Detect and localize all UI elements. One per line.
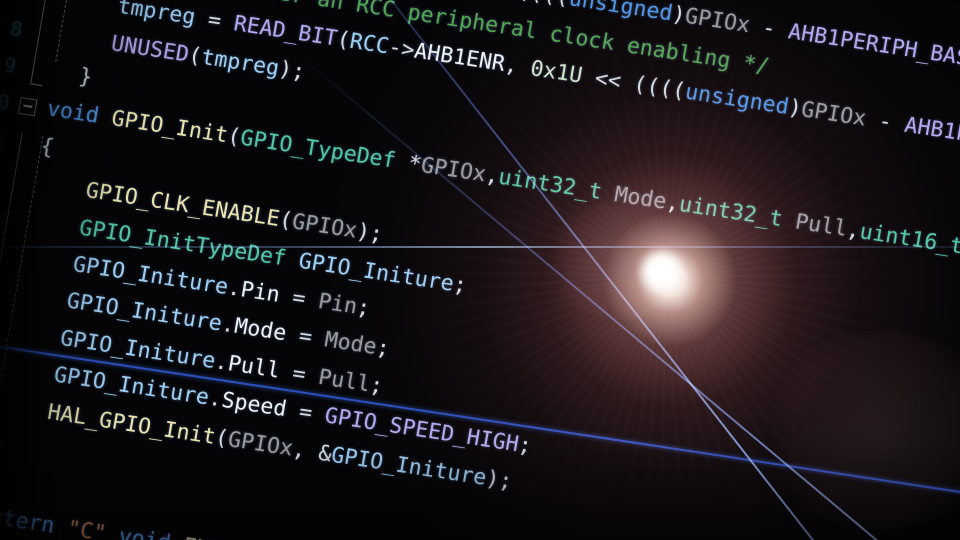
- code-token-kw: extern: [0, 502, 57, 539]
- code-token-plain: );: [276, 56, 308, 85]
- code-token-str: "C": [65, 515, 109, 540]
- code-token-plain: ;: [367, 372, 386, 400]
- code-token-dim: GPIOx: [419, 153, 488, 188]
- code-token-plain: =: [284, 397, 328, 429]
- code-token-dim: Pin: [316, 289, 360, 320]
- code-token-plain: );: [484, 465, 515, 495]
- code-token-dim: Pull: [316, 364, 373, 398]
- code-token-plain: }: [0, 428, 5, 456]
- code-token-plain: =: [277, 283, 321, 314]
- code-token-plain: =: [277, 358, 321, 390]
- code-plane: uint32_t tmpreg = 0x00U;5 SET_BIT(RCC->A…: [0, 0, 960, 540]
- code-token-plain: ;: [374, 335, 392, 363]
- code-token-var: RCC: [347, 29, 391, 60]
- code-token-dim: GPIOx: [683, 4, 752, 39]
- code-token-macro: AHB1P: [902, 112, 960, 148]
- code-text[interactable]: }: [0, 423, 6, 462]
- code-token-dim: GPIOx: [290, 209, 359, 244]
- code-token-dim: GPIOx: [799, 97, 869, 132]
- code-text[interactable]: }: [50, 54, 95, 97]
- code-token-dim: Pull: [780, 207, 849, 243]
- fold-toggle-icon[interactable]: [17, 97, 38, 117]
- code-token-kw: void: [116, 523, 173, 540]
- code-token-num: 0x1U: [528, 56, 585, 89]
- code-token-plain: , &: [290, 436, 334, 467]
- code-token-dim: Mode: [599, 180, 669, 215]
- code-token-plain: =: [284, 321, 327, 353]
- lens-flare-core: [636, 246, 686, 296]
- code-token-plain: ;: [516, 432, 534, 460]
- code-token-plain: ;: [451, 271, 469, 299]
- code-token-white: Speed: [219, 387, 289, 423]
- code-token-macro: UNUSED: [109, 30, 191, 68]
- code-token-plain: }: [51, 59, 95, 91]
- screenshot-stage: uint32_t tmpreg = 0x00U;5 SET_BIT(RCC->A…: [0, 0, 960, 540]
- code-token-plain: );: [354, 219, 385, 248]
- code-token-kw: void: [44, 96, 101, 130]
- code-editor[interactable]: uint32_t tmpreg = 0x00U;5 SET_BIT(RCC->A…: [0, 0, 960, 540]
- code-token-plain: -: [747, 13, 791, 45]
- code-token-dim: GPIOx: [226, 426, 295, 462]
- code-token-plain: -: [863, 107, 907, 138]
- code-token-plain: ;: [354, 294, 373, 322]
- code-token-white: Pull: [226, 351, 282, 384]
- code-token-var: tmpreg: [199, 44, 282, 81]
- code-token-white: Pin: [238, 277, 282, 308]
- code-token-white: Mode: [232, 314, 289, 347]
- code-token-dim: Mode: [322, 327, 379, 361]
